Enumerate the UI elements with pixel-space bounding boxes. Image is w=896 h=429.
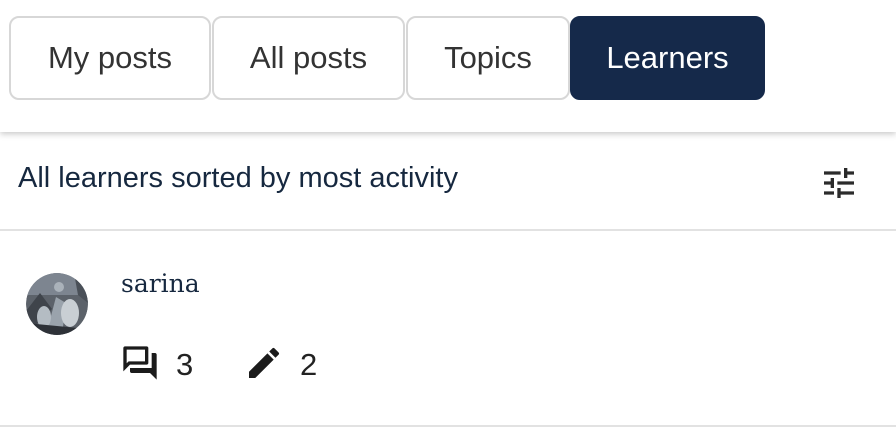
discussion-tabs-bar: My posts All posts Topics Learners: [0, 0, 896, 132]
responses-count: 2: [300, 347, 318, 382]
threads-count: 3: [176, 347, 194, 382]
sliders-filter-icon: [824, 168, 854, 198]
filter-button[interactable]: [812, 156, 866, 210]
learners-sort-title: All learners sorted by most activity: [18, 162, 458, 194]
learner-item[interactable]: sarina 3 2: [0, 231, 896, 427]
tab-topics[interactable]: Topics: [406, 16, 570, 100]
pencil-icon: [249, 347, 280, 378]
tab-learners[interactable]: Learners: [570, 16, 765, 100]
learner-username[interactable]: sarina: [121, 269, 200, 298]
tab-all-posts[interactable]: All posts: [212, 16, 405, 100]
forum-icon: [123, 346, 157, 380]
learners-header: All learners sorted by most activity: [0, 132, 896, 231]
tab-my-posts[interactable]: My posts: [9, 16, 211, 100]
avatar: [26, 273, 88, 335]
